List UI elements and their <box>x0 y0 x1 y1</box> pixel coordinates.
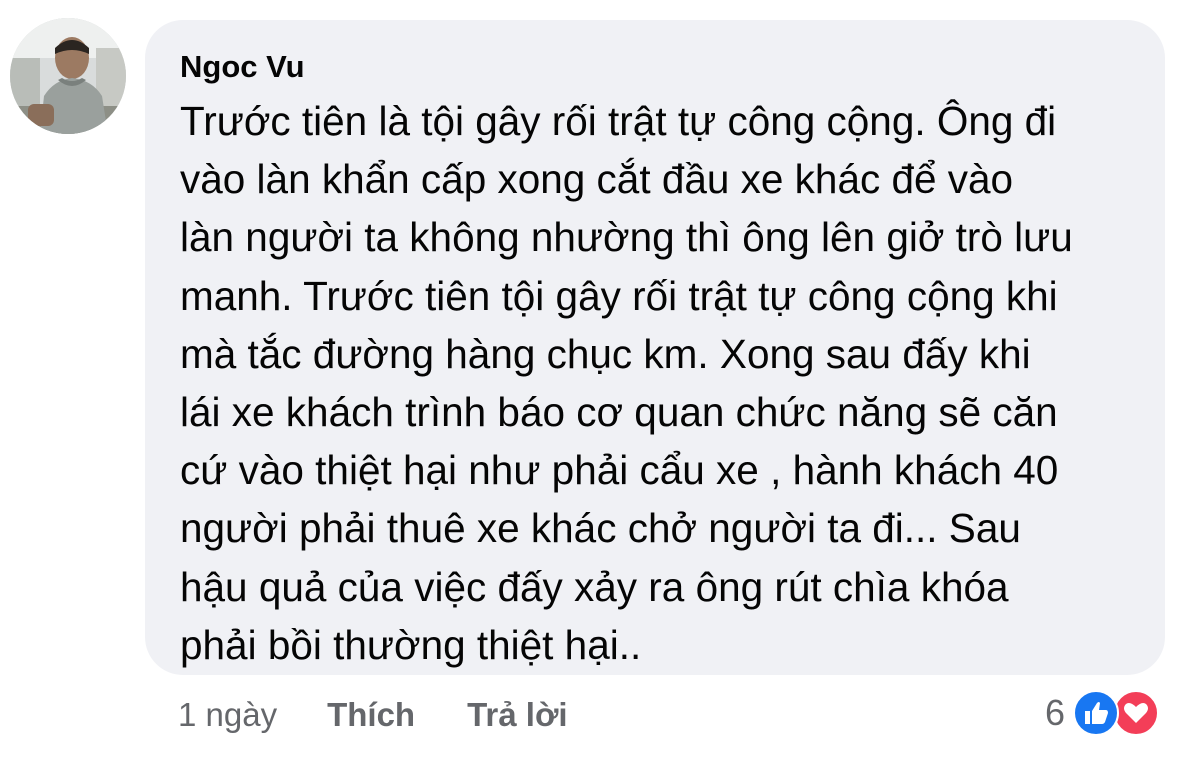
reply-button[interactable]: Trả lời <box>467 696 568 734</box>
comment-text-line: manh. Trước tiên tội gây rối trật tự côn… <box>180 272 1058 319</box>
comment-text-line: cứ vào thiệt hại như phải cẩu xe , hành … <box>180 447 1059 494</box>
comment-author[interactable]: Ngoc Vu <box>180 48 1133 86</box>
comment-bubble: Ngoc Vu Trước tiên là tội gây rối trật t… <box>145 20 1165 675</box>
comment-timestamp[interactable]: 1 ngày <box>178 696 277 734</box>
avatar[interactable] <box>10 18 126 134</box>
comment-text-line: người phải thuê xe khác chở người ta đi.… <box>180 505 1021 552</box>
comment-text: Trước tiên là tội gây rối trật tự công c… <box>180 92 1133 674</box>
comment-text-line: phải bồi thường thiệt hại.. <box>180 621 642 668</box>
comment-text-line: hậu quả của việc đấy xảy ra ông rút chìa… <box>180 563 1009 610</box>
comment-text-line: Trước tiên là tội gây rối trật tự công c… <box>180 98 1057 144</box>
comment-text-line: vào làn khẩn cấp xong cắt đầu xe khác để… <box>180 156 1014 203</box>
like-icon <box>1073 690 1120 736</box>
avatar-photo <box>10 18 126 134</box>
love-icon <box>1113 690 1160 736</box>
comment-text-line: mà tắc đường hàng chục km. Xong sau đấy … <box>180 330 1031 377</box>
like-button[interactable]: Thích <box>327 696 415 734</box>
reaction-summary[interactable]: 6 <box>1045 688 1160 738</box>
comment-text-line: làn người ta không nhường thì ông lên gi… <box>180 214 1073 261</box>
comment-actions: 1 ngày Thích Trả lời <box>178 690 620 740</box>
reaction-count: 6 <box>1045 692 1066 733</box>
comment-text-line: lái xe khách trình báo cơ quan chức năng… <box>180 389 1058 436</box>
comment-container: Ngoc Vu Trước tiên là tội gây rối trật t… <box>0 0 1188 757</box>
reaction-icons <box>1073 690 1160 736</box>
